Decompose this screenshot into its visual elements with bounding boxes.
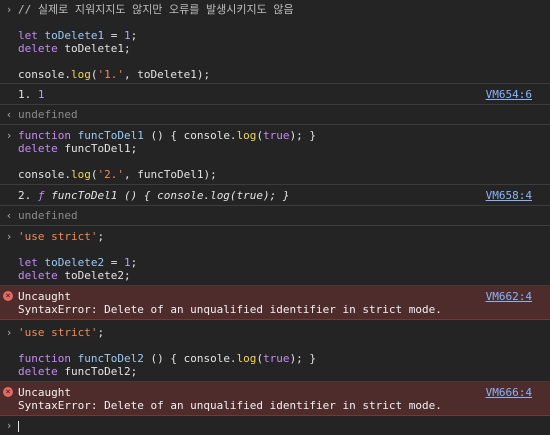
source-link[interactable]: VM666:4 — [486, 386, 532, 399]
prompt-chevron-icon: › — [5, 129, 13, 142]
source-link[interactable]: VM654:6 — [486, 88, 532, 101]
error-message: SyntaxError: Delete of an unqualified id… — [18, 399, 442, 412]
code-line: let toDelete1 = 1; — [18, 29, 138, 42]
prompt-chevron-icon: › — [5, 3, 13, 16]
code-line: console.log('1.', toDelete1); — [18, 68, 211, 81]
console-log-output: 1. 1 VM654:6 — [0, 84, 550, 105]
console-input-entry[interactable]: › function funcToDel1 () { console.log(t… — [0, 125, 550, 185]
console-input-entry[interactable]: › // 실제로 지워지지도 않지만 오류를 발생시키지도 않음 let toD… — [0, 0, 550, 84]
code-line: delete funcToDel1; — [18, 142, 138, 155]
console-error-entry: × Uncaught SyntaxError: Delete of an unq… — [0, 286, 550, 320]
return-arrow-icon: ‹ — [5, 108, 13, 121]
error-icon: × — [3, 387, 13, 397]
console-input-entry[interactable]: › 'use strict'; let toDelete2 = 1; delet… — [0, 226, 550, 286]
code-line: delete funcToDel2; — [18, 365, 138, 378]
code-line: delete toDelete2; — [18, 269, 131, 282]
return-arrow-icon: ‹ — [5, 209, 13, 222]
error-message: SyntaxError: Delete of an unqualified id… — [18, 303, 442, 316]
code-comment: // 실제로 지워지지도 않지만 오류를 발생시키지도 않음 — [18, 3, 294, 16]
source-link[interactable]: VM662:4 — [486, 290, 532, 303]
code-line: console.log('2.', funcToDel1); — [18, 168, 217, 181]
code-line: function funcToDel2 () { console.log(tru… — [18, 352, 317, 365]
code-line: 'use strict'; — [18, 230, 105, 243]
console-input-entry[interactable]: › 'use strict'; function funcToDel2 () {… — [0, 320, 550, 382]
prompt-chevron-icon: › — [5, 230, 13, 243]
text-cursor — [18, 420, 19, 432]
prompt-chevron-icon: › — [5, 326, 13, 339]
prompt-chevron-icon: › — [5, 419, 13, 432]
console-return-value: ‹ undefined — [0, 105, 550, 125]
source-link[interactable]: VM658:4 — [486, 189, 532, 202]
console-log-output: 2. ƒ funcToDel1 () { console.log(true); … — [0, 185, 550, 206]
devtools-console: › // 실제로 지워지지도 않지만 오류를 발생시키지도 않음 let toD… — [0, 0, 550, 435]
error-icon: × — [3, 291, 13, 301]
console-prompt[interactable]: › — [0, 416, 550, 432]
code-line: delete toDelete1; — [18, 42, 131, 55]
code-line: 'use strict'; — [18, 326, 105, 339]
code-line: function funcToDel1 () { console.log(tru… — [18, 129, 317, 142]
console-error-entry: × Uncaught SyntaxError: Delete of an unq… — [0, 382, 550, 416]
code-line: let toDelete2 = 1; — [18, 256, 138, 269]
console-return-value: ‹ undefined — [0, 206, 550, 226]
